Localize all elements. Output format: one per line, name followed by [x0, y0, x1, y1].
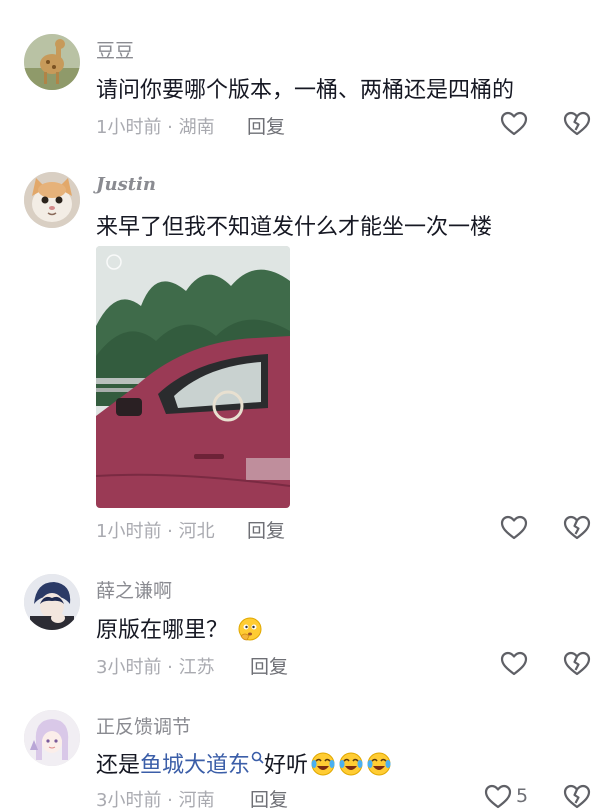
comment-text: 请问你要哪个版本，一桶、两桶还是四桶的 — [96, 78, 515, 103]
comment-username[interactable]: 豆豆 — [96, 36, 134, 63]
broken-heart-icon — [563, 110, 591, 138]
avatar[interactable] — [24, 34, 80, 90]
comment-meta: 1小时前 · 河北 — [96, 521, 215, 542]
comment-text: 原版在哪里？ — [96, 612, 263, 644]
broken-heart-icon — [563, 783, 591, 811]
comment-username[interactable]: Justin — [96, 174, 156, 195]
comment-text-prefix: 还是 — [96, 753, 141, 778]
comment-meta: 1小时前 · 湖南 — [96, 117, 215, 138]
comment-meta: 3小时前 · 江苏 — [96, 657, 215, 678]
like-button[interactable] — [500, 650, 528, 678]
reply-button[interactable]: 回复 — [247, 112, 285, 139]
heart-outline-icon — [500, 650, 528, 678]
tears-of-joy-emoji — [310, 751, 336, 777]
comment-text: 来早了但我不知道发什么才能坐一次一楼 — [96, 215, 493, 240]
like-button[interactable] — [484, 783, 512, 811]
comment-text-suffix: 好听 — [264, 753, 309, 778]
avatar[interactable] — [24, 172, 80, 228]
comment-image[interactable] — [96, 246, 290, 508]
comment-username[interactable]: 薛之谦啊 — [96, 576, 172, 603]
dislike-button[interactable] — [563, 110, 591, 138]
broken-heart-icon — [563, 650, 591, 678]
dislike-button[interactable] — [563, 650, 591, 678]
like-button[interactable] — [500, 110, 528, 138]
avatar[interactable] — [24, 710, 80, 766]
comment-meta: 3小时前 · 河南 — [96, 790, 215, 811]
comment-username[interactable]: 正反馈调节 — [96, 712, 191, 739]
avatar[interactable] — [24, 574, 80, 630]
like-count: 5 — [516, 785, 529, 807]
broken-heart-icon — [563, 514, 591, 542]
tears-of-joy-emoji — [366, 751, 392, 777]
reply-button[interactable]: 回复 — [247, 516, 285, 543]
dislike-button[interactable] — [563, 783, 591, 811]
tears-of-joy-emoji — [338, 751, 364, 777]
reply-button[interactable]: 回复 — [250, 652, 288, 679]
dislike-button[interactable] — [563, 514, 591, 542]
reply-button[interactable]: 回复 — [250, 785, 288, 812]
search-icon[interactable] — [251, 751, 264, 764]
heart-outline-icon — [484, 783, 512, 811]
like-button[interactable] — [500, 514, 528, 542]
heart-outline-icon — [500, 514, 528, 542]
thinking-face-emoji — [237, 616, 263, 642]
heart-outline-icon — [500, 110, 528, 138]
comment-text: 还是鱼城大道东 好听 — [96, 747, 392, 779]
comment-text-body: 原版在哪里？ — [96, 618, 229, 643]
search-keyword-link[interactable]: 鱼城大道东 — [140, 753, 250, 778]
